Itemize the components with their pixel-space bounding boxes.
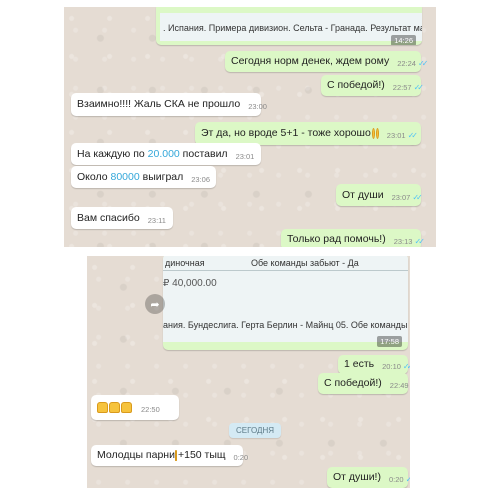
outgoing-message[interactable]: От души 23:07 ✓✓: [336, 184, 423, 206]
message-time: 22:50: [141, 405, 160, 414]
message-text-after: выиграл: [139, 170, 184, 183]
bet-slip-image: диночная Обе команды забьют - Да ₽ 40,00…: [163, 256, 408, 342]
incoming-message[interactable]: Взаимно!!!! Жаль СКА не прошло 23:00: [71, 93, 267, 116]
read-ticks-icon: ✓✓: [412, 192, 423, 202]
message-text: 1 есть: [344, 358, 375, 370]
outgoing-message[interactable]: От души!) 0:20 ✓✓: [327, 467, 410, 488]
message-time: 22:57: [392, 83, 412, 92]
message-time: 22:49: [389, 381, 409, 390]
message-text: Молодцы парни: [97, 449, 175, 461]
bet-amount: 20.000: [147, 147, 180, 160]
incoming-message[interactable]: Около 80000 выиграл 23:06: [71, 166, 216, 188]
read-ticks-icon: ✓✓: [414, 237, 425, 246]
message-time: 0:20: [233, 453, 249, 462]
incoming-message[interactable]: На каждую по 20.000 поставил 23:01: [71, 143, 261, 165]
message-text-before: Около: [77, 170, 111, 183]
read-ticks-icon: ✓✓: [402, 362, 410, 371]
outgoing-message[interactable]: С победой!) 22:49 ✓✓: [318, 373, 409, 394]
message-text: Эт да, но вроде 5+1 - тоже хорошо: [201, 127, 371, 139]
bet-outcome-label: Обе команды забьют - Да: [251, 258, 359, 268]
message-time: 20:10: [382, 362, 401, 371]
message-text: От души!): [333, 471, 381, 483]
message-time: 23:00: [248, 102, 267, 111]
outgoing-message[interactable]: С победой!) 22:57 ✓✓: [321, 75, 425, 96]
message-text: Только рад помочь!): [287, 233, 386, 245]
thumbs-up-emoji-icon: [109, 402, 120, 413]
message-time: 23:07: [391, 192, 411, 202]
message-text: С победой!): [327, 79, 385, 91]
message-text: Взаимно!!!! Жаль СКА не прошло: [77, 98, 241, 110]
read-ticks-icon: ✓✓: [405, 475, 410, 484]
message-suffix: +150 тыщ: [177, 449, 226, 461]
win-amount: 80000: [110, 170, 140, 183]
incoming-message[interactable]: 22:50: [91, 395, 179, 420]
forward-icon[interactable]: ➦: [145, 294, 165, 314]
shared-bet-text: . Испания. Примера дивизион. Сельта - Гр…: [163, 23, 422, 33]
shared-bet-caption: . Испания. Примера дивизион. Сельта - Гр…: [160, 13, 422, 41]
smile-emoji-icon: [371, 128, 375, 139]
message-time: 14:26: [391, 35, 416, 45]
incoming-message[interactable]: Молодцы парни +150 тыщ 0:20: [91, 445, 248, 466]
message-time: 0:20: [388, 475, 404, 484]
message-time: 22:24: [397, 59, 416, 68]
read-ticks-icon: ✓✓: [413, 83, 425, 92]
shared-bet-card[interactable]: . Испания. Примера дивизион. Сельта - Гр…: [156, 7, 422, 45]
message-time: 23:06: [191, 174, 211, 184]
shared-bet-card[interactable]: диночная Обе команды забьют - Да ₽ 40,00…: [163, 256, 408, 350]
chat-screenshot-bottom: диночная Обе команды забьют - Да ₽ 40,00…: [87, 256, 410, 488]
thumbs-up-emoji-icon: [97, 402, 108, 413]
message-text: От души: [342, 188, 384, 201]
message-text: Вам спасибо: [77, 211, 140, 224]
incoming-message[interactable]: Вам спасибо 23:11: [71, 207, 173, 229]
outgoing-message[interactable]: Эт да, но вроде 5+1 - тоже хорошо 23:01 …: [195, 122, 421, 145]
message-time: 23:11: [147, 215, 166, 225]
message-text: С победой!): [324, 377, 382, 389]
message-text-before: На каждую по: [77, 147, 148, 160]
outgoing-message[interactable]: 1 есть 20:10 ✓✓: [338, 355, 410, 374]
message-time: 23:01: [235, 151, 255, 161]
thumbs-up-emoji-icon: [174, 450, 177, 461]
bet-type-label: диночная: [165, 258, 205, 268]
message-time: 23:01: [386, 131, 406, 140]
message-time: 17:58: [377, 336, 402, 347]
message-time: 23:13: [393, 237, 413, 246]
outgoing-message[interactable]: Сегодня норм денек, ждем рому 22:24 ✓✓: [225, 51, 429, 72]
bet-amount: ₽ 40,000.00: [163, 278, 217, 289]
divider: [163, 270, 408, 271]
thumbs-up-emoji-icon: [121, 402, 132, 413]
outgoing-message[interactable]: Только рад помочь!) 23:13 ✓✓: [281, 229, 425, 247]
date-divider: СЕГОДНЯ: [229, 423, 282, 438]
thinking-emoji-icon: [375, 128, 379, 139]
chat-screenshot-top: . Испания. Примера дивизион. Сельта - Гр…: [64, 7, 436, 247]
read-ticks-icon: ✓✓: [417, 59, 429, 68]
bet-caption: ания. Бундеслига. Герта Берлин - Майнц 0…: [163, 320, 408, 330]
message-text: Сегодня норм денек, ждем рому: [231, 55, 390, 67]
read-ticks-icon: ✓✓: [407, 131, 419, 140]
message-text-after: поставил: [179, 147, 228, 160]
